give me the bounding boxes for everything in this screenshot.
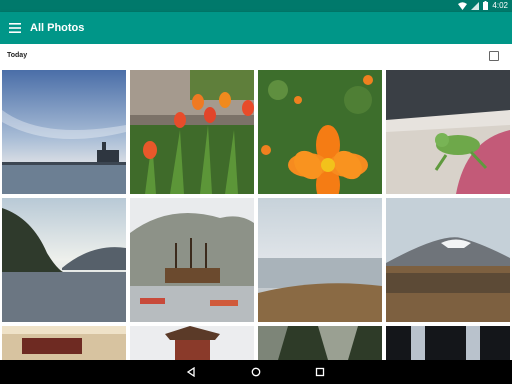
photo-thumbnail[interactable] (2, 70, 126, 194)
recents-square-icon[interactable] (312, 364, 328, 380)
app-bar: All Photos (0, 12, 512, 44)
photo-thumbnail[interactable] (258, 198, 382, 322)
app-title: All Photos (30, 22, 85, 34)
checkbox-icon[interactable] (489, 51, 499, 61)
back-triangle-icon[interactable] (183, 364, 199, 380)
navigation-bar (0, 360, 512, 384)
status-icons: 4:02 (458, 0, 508, 12)
section-label: Today (7, 52, 28, 59)
photo-thumbnail[interactable] (2, 198, 126, 322)
status-bar: 4:02 (0, 0, 512, 12)
photo-thumbnail[interactable] (386, 70, 510, 194)
photo-thumbnail[interactable] (386, 198, 510, 322)
photo-thumbnail[interactable] (2, 326, 126, 360)
home-circle-icon[interactable] (248, 364, 264, 380)
status-time: 4:02 (492, 1, 508, 10)
photo-thumbnail[interactable] (258, 70, 382, 194)
hamburger-menu-icon[interactable] (6, 19, 24, 37)
photo-thumbnail[interactable] (130, 326, 254, 360)
photo-thumbnail[interactable] (386, 326, 510, 360)
photo-grid (0, 68, 512, 360)
photo-thumbnail[interactable] (130, 70, 254, 194)
photo-thumbnail[interactable] (130, 198, 254, 322)
photo-thumbnail[interactable] (258, 326, 382, 360)
section-header: Today (0, 44, 512, 68)
